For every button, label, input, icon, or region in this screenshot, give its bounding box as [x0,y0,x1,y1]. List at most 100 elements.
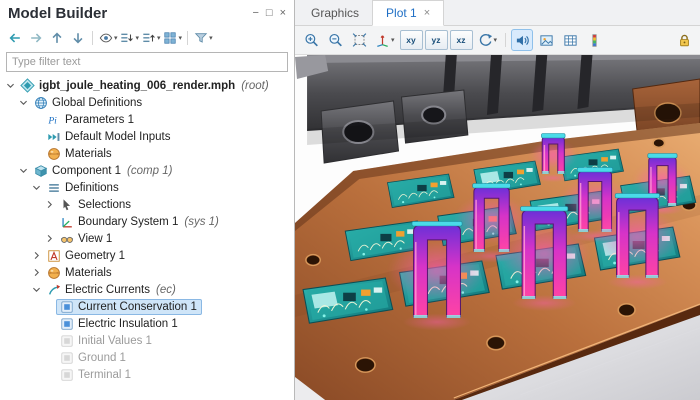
dropdown-caret-icon: ▾ [391,36,395,44]
tree-item[interactable]: Pi Parameters 1 [0,111,294,128]
tree-item-content: Boundary System 1 (sys 1) [56,214,224,230]
materials-icon [46,265,61,280]
boundary-system-icon [59,214,74,229]
scene-image-button[interactable] [535,29,557,51]
tab-graphics[interactable]: Graphics [298,0,372,25]
dropdown-caret-icon: ▾ [157,34,161,42]
tree-item-label: Global Definitions [52,96,143,109]
expander-collapsed-icon[interactable] [43,234,56,243]
default-view-button[interactable]: ▾ [372,29,398,51]
zoom-extents-button[interactable] [348,29,370,51]
tree-item-tag: (sys 1) [184,215,219,228]
tree-item[interactable]: Electric Insulation 1 [0,315,294,332]
tree-item[interactable]: Geometry 1 [0,247,294,264]
tab-plot-1[interactable]: Plot 1 × [372,0,445,26]
grid-icon [163,31,178,46]
tree-item-label: Geometry 1 [65,249,126,262]
expander-collapsed-icon[interactable] [30,268,43,277]
expander-expanded-icon[interactable] [30,183,43,192]
tree-item[interactable]: Default Model Inputs [0,128,294,145]
panel-title: Model Builder [8,4,108,22]
tree-item[interactable]: Initial Values 1 [0,332,294,349]
expander-expanded-icon[interactable] [17,98,30,107]
tree-item-content: Definitions [43,180,124,196]
tree-item-content: Default Model Inputs [43,129,175,145]
graphics-tab-bar: Graphics Plot 1 × [295,0,700,26]
tree-item-label: Initial Values 1 [78,334,152,347]
back-button[interactable] [5,28,24,48]
globe-icon [33,95,48,110]
zoom-in-button[interactable] [300,29,322,51]
model-icon [20,78,35,93]
toolbar-separator [505,33,507,47]
rotate-view-button[interactable]: ▾ [475,29,501,51]
tree-item[interactable]: Selections [0,196,294,213]
collapse-all-button[interactable]: ▾ [141,28,161,48]
view-yz-button[interactable]: yz [424,30,448,50]
tree-item[interactable]: Electric Currents (ec) [0,281,294,298]
comsol-window: Model Builder −□ × ▾ ▾ ▾ ▾ ▾ igbt_joule_heati… [0,0,700,400]
filter-button[interactable]: ▾ [193,28,213,48]
expander-collapsed-icon[interactable] [43,200,56,209]
lock-button[interactable] [673,29,695,51]
filter-input[interactable] [6,52,288,72]
tree-item[interactable]: Current Conservation 1 [0,298,294,315]
dropdown-caret-icon: ▾ [209,34,213,42]
expander-expanded-icon[interactable] [4,81,17,90]
tree-item[interactable]: Boundary System 1 (sys 1) [0,213,294,230]
expander-collapsed-icon[interactable] [30,251,43,260]
arrow-left-icon [7,31,22,46]
feature-off-icon [59,333,74,348]
tree-item[interactable]: Definitions [0,179,294,196]
definitions-icon [46,180,61,195]
tree-item-tag: (root) [241,79,269,92]
tree-item[interactable]: Materials [0,145,294,162]
dropdown-caret-icon: ▾ [135,34,140,42]
close-tab-icon[interactable]: × [424,7,430,19]
view-xy-button[interactable]: xy [399,30,423,50]
close-button[interactable]: × [280,7,286,19]
feature-off-icon [59,350,74,365]
expand-all-button[interactable]: ▾ [120,28,140,48]
tree-item-label: igbt_joule_heating_006_render.mph [39,79,236,92]
tree-item[interactable]: Ground 1 [0,349,294,366]
move-down-button[interactable] [68,28,87,48]
view-xz-button[interactable]: xz [449,30,473,50]
tree-item[interactable]: igbt_joule_heating_006_render.mph (root) [0,77,294,94]
zoom-out-button[interactable] [324,29,346,51]
model-tree-nodes-button[interactable]: ▾ [163,28,182,48]
color-legend-button[interactable] [583,29,605,51]
3d-render-igbt-module[interactable] [295,55,700,400]
expander-expanded-icon[interactable] [17,166,30,175]
tree-item[interactable]: Terminal 1 [0,366,294,383]
tree-item-content: Current Conservation 1 [56,298,202,315]
tree-item-content: View 1 [56,231,117,247]
sound-button[interactable] [511,29,534,51]
tree-item[interactable]: Materials [0,264,294,281]
tree-item-tag: (comp 1) [127,164,173,177]
tree-item[interactable]: Component 1 (comp 1) [0,162,294,179]
tree-item-content: Terminal 1 [56,367,136,383]
tab-label: Plot 1 [386,6,417,20]
arrow-up-icon [49,31,64,46]
tree-item-content: Global Definitions [30,95,147,111]
show-button[interactable]: ▾ [98,28,118,48]
float-button[interactable]: □ [266,7,273,19]
move-up-button[interactable] [47,28,66,48]
tree-item[interactable]: View 1 [0,230,294,247]
expander-expanded-icon[interactable] [30,285,43,294]
tree-item-content: igbt_joule_heating_006_render.mph (root) [17,78,274,94]
tree-item-content: Ground 1 [56,350,131,366]
minimize-button[interactable]: − [252,7,258,19]
dropdown-caret-icon: ▾ [493,36,498,44]
tree-item-label: Parameters 1 [65,113,135,126]
toolbar-separator [92,31,93,45]
image-icon [539,33,554,48]
tree-item[interactable]: Global Definitions [0,94,294,111]
graphics-viewport [295,55,700,400]
table-grid-button[interactable] [559,29,581,51]
tree-item-content: Selections [56,197,136,213]
tree-item-label: Default Model Inputs [65,130,171,143]
forward-button[interactable] [26,28,45,48]
grid-table-icon [563,33,578,48]
